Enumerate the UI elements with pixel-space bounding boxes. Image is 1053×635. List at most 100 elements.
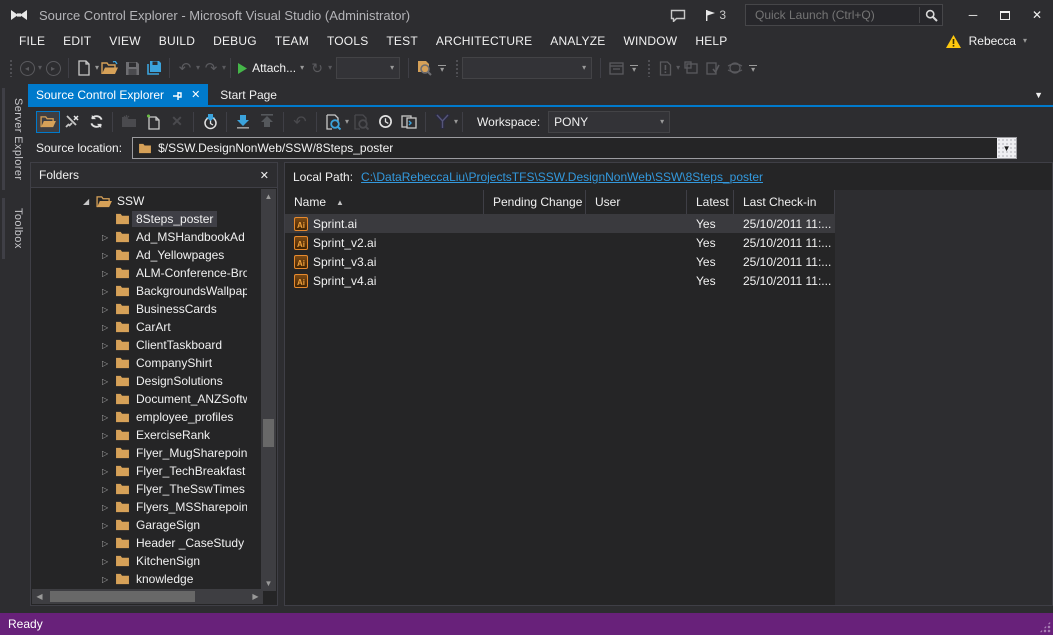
properties-page-button[interactable] [654,56,676,80]
menu-item-test[interactable]: TEST [377,30,426,52]
menu-item-debug[interactable]: DEBUG [204,30,266,52]
toolbar-grip[interactable] [455,59,459,77]
tab-start-page[interactable]: Start Page [208,84,289,105]
refresh-button[interactable] [84,111,108,133]
tree-item-exerciserank[interactable]: ▷ExerciseRank [31,426,247,444]
horizontal-scrollbar[interactable]: ◀ ▶ [32,589,263,604]
navigate-back-button[interactable]: ◂ [16,56,38,80]
compare-button[interactable] [397,111,421,133]
scroll-right-icon[interactable]: ▶ [248,589,263,604]
workspace-combobox[interactable]: PONY ▾ [548,111,670,133]
get-latest-version-button[interactable] [231,111,255,133]
toolbar-overflow-button[interactable]: ▾ [746,65,760,72]
user-menu-caret-icon[interactable]: ▾ [1023,37,1027,45]
side-tab-server-explorer[interactable]: Server Explorer [2,88,24,190]
notifications-flag-icon[interactable]: 3 [704,8,726,22]
find-in-source-control-button[interactable] [321,111,345,133]
expander-icon[interactable]: ▷ [102,485,115,494]
scroll-up-icon[interactable]: ▲ [261,189,276,204]
scrollbar-thumb[interactable] [50,591,195,602]
source-location-dropdown-button[interactable]: ▼ [997,138,1016,158]
toolbar-grip[interactable] [647,59,651,77]
user-name[interactable]: Rebecca [969,34,1016,48]
tree-item-8steps-poster[interactable]: 8Steps_poster [31,210,247,228]
file-row-sprint-v4-ai[interactable]: AiSprint_v4.aiYes25/10/2011 11:... [285,271,835,290]
toolbar-overflow-button[interactable]: ▾ [435,65,449,72]
history-button[interactable] [373,111,397,133]
feedback-icon[interactable] [670,9,686,22]
tree-item-ad-yellowpages[interactable]: ▷Ad_Yellowpages [31,246,247,264]
toolbar-overflow-button[interactable]: ▾ [627,65,641,72]
file-row-sprint-ai[interactable]: AiSprint.aiYes25/10/2011 11:... [285,214,835,233]
menu-item-file[interactable]: FILE [10,30,54,52]
redo-caret-icon[interactable]: ▾ [222,64,226,72]
expander-icon[interactable]: ▷ [102,251,115,260]
column-header-user[interactable]: User [586,190,687,214]
close-button[interactable]: ✕ [1021,2,1053,28]
tree-item-header-casestudy[interactable]: ▷Header _CaseStudy [31,534,247,552]
expander-icon[interactable]: ▷ [102,449,115,458]
column-header-latest[interactable]: Latest [687,190,734,214]
find-shelvesets-button[interactable] [349,111,373,133]
expander-icon[interactable]: ◢ [83,197,96,206]
tree-item-businesscards[interactable]: ▷BusinessCards [31,300,247,318]
expander-icon[interactable]: ▷ [102,503,115,512]
redo-button[interactable]: ↷ [200,56,222,80]
source-location-combobox[interactable]: $/SSW.DesignNonWeb/SSW/8Steps_poster ▼ [132,137,1017,159]
solution-explorer-button[interactable] [605,56,627,80]
task-check-button[interactable] [702,56,724,80]
new-folder-disabled-button[interactable] [117,111,141,133]
menu-item-view[interactable]: VIEW [100,30,149,52]
undo-button[interactable]: ↶ [174,56,196,80]
menu-item-tools[interactable]: TOOLS [318,30,377,52]
expander-icon[interactable]: ▷ [102,521,115,530]
search-icon[interactable] [925,9,938,22]
attach-caret-icon[interactable]: ▾ [300,64,304,72]
new-folder-button[interactable] [141,111,165,133]
find-in-files-button[interactable] [413,56,435,80]
side-tab-toolbox[interactable]: Toolbox [2,198,24,259]
attach-button[interactable]: Attach... ▾ [235,56,306,80]
get-specific-version-button[interactable] [198,111,222,133]
restart-button[interactable]: ↻ [306,56,328,80]
tree-item-designsolutions[interactable]: ▷DesignSolutions [31,372,247,390]
scroll-down-icon[interactable]: ▼ [261,576,276,591]
tree-item-knowledge[interactable]: ▷knowledge [31,570,247,588]
disconnect-button[interactable] [60,111,84,133]
menu-item-edit[interactable]: EDIT [54,30,100,52]
tree-item-clienttaskboard[interactable]: ▷ClientTaskboard [31,336,247,354]
expander-icon[interactable]: ▷ [102,305,115,314]
new-file-button[interactable] [73,56,95,80]
add-task-button[interactable] [680,56,702,80]
tree-item-ssw[interactable]: ◢SSW [31,192,247,210]
navigate-forward-button[interactable]: ▸ [42,56,64,80]
tree-item-flyer-techbreakfast[interactable]: ▷Flyer_TechBreakfast [31,462,247,480]
quick-launch-box[interactable] [745,4,943,26]
local-path-link[interactable]: C:\DataRebeccaLiu\ProjectsTFS\SSW.Design… [361,170,763,184]
tree-item-carart[interactable]: ▷CarArt [31,318,247,336]
restart-caret-icon[interactable]: ▾ [328,64,332,72]
search-scope-combobox[interactable]: ▾ [462,57,592,79]
branch-button[interactable] [430,111,454,133]
file-row-sprint-v3-ai[interactable]: AiSprint_v3.aiYes25/10/2011 11:... [285,252,835,271]
debug-target-combobox[interactable]: ▾ [336,57,400,79]
expander-icon[interactable]: ▷ [102,413,115,422]
maximize-button[interactable] [989,2,1021,28]
menu-item-window[interactable]: WINDOW [614,30,686,52]
tree-item-garagesign[interactable]: ▷GarageSign [31,516,247,534]
web-browser-button[interactable] [724,56,746,80]
menu-item-help[interactable]: HELP [686,30,736,52]
expander-icon[interactable]: ▷ [102,377,115,386]
expander-icon[interactable]: ▷ [102,269,115,278]
tree-item-kitchensign[interactable]: ▷KitchenSign [31,552,247,570]
expander-icon[interactable]: ▷ [102,395,115,404]
save-button[interactable] [121,56,143,80]
menu-item-team[interactable]: TEAM [266,30,318,52]
file-row-sprint-v2-ai[interactable]: AiSprint_v2.aiYes25/10/2011 11:... [285,233,835,252]
branch-caret-icon[interactable]: ▾ [454,118,458,126]
tab-source-control-explorer[interactable]: Source Control Explorer ✕ [28,84,208,105]
scroll-left-icon[interactable]: ◀ [32,589,47,604]
tree-item-employee-profiles[interactable]: ▷employee_profiles [31,408,247,426]
tree-item-flyer-mugsharepointco[interactable]: ▷Flyer_MugSharepointCo [31,444,247,462]
tree-item-document-anzsoftwar[interactable]: ▷Document_ANZSoftwar [31,390,247,408]
